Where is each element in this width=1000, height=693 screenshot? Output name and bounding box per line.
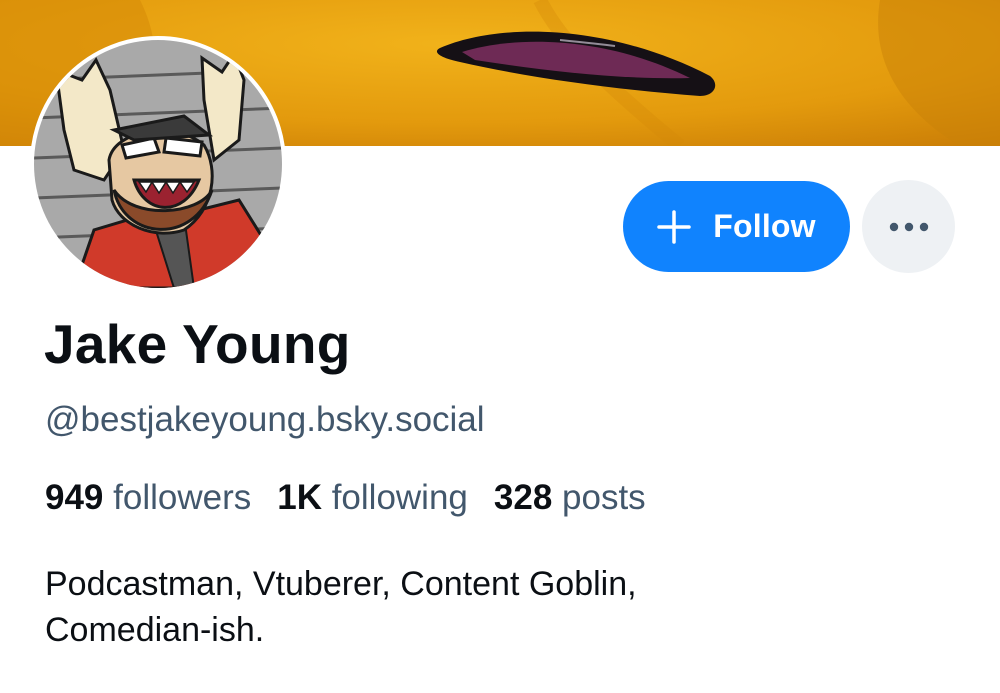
display-name: Jake Young [44,313,351,375]
plus-icon [657,209,691,244]
posts-label: posts [562,478,646,517]
follow-button[interactable]: Follow [623,181,850,272]
bio-line: Comedian-ish. [45,611,265,649]
following-stat[interactable]: 1K following [277,478,468,518]
followers-count: 949 [45,478,114,517]
posts-stat: 328 posts [494,478,646,518]
profile-bio: Podcastman, Vtuberer, Content Goblin, Co… [45,561,945,653]
followers-label: followers [113,478,252,517]
profile-handle: @bestjakeyoung.bsky.social [45,400,485,439]
ellipsis-icon [889,222,928,231]
posts-count: 328 [493,478,563,517]
profile-header: Follow Jake Young @bestjakeyoung.bsky.so… [0,0,1000,693]
more-options-button[interactable] [862,180,955,273]
bio-line: Podcastman, Vtuberer, Content Goblin, [45,565,637,603]
avatar-image [34,40,282,288]
follow-button-label: Follow [713,208,816,244]
following-count: 1K [277,478,332,517]
avatar[interactable] [30,36,286,292]
following-label: following [331,478,468,517]
profile-stats: 949 followers 1K following 328 posts [45,478,672,518]
followers-stat[interactable]: 949 followers [45,478,251,518]
